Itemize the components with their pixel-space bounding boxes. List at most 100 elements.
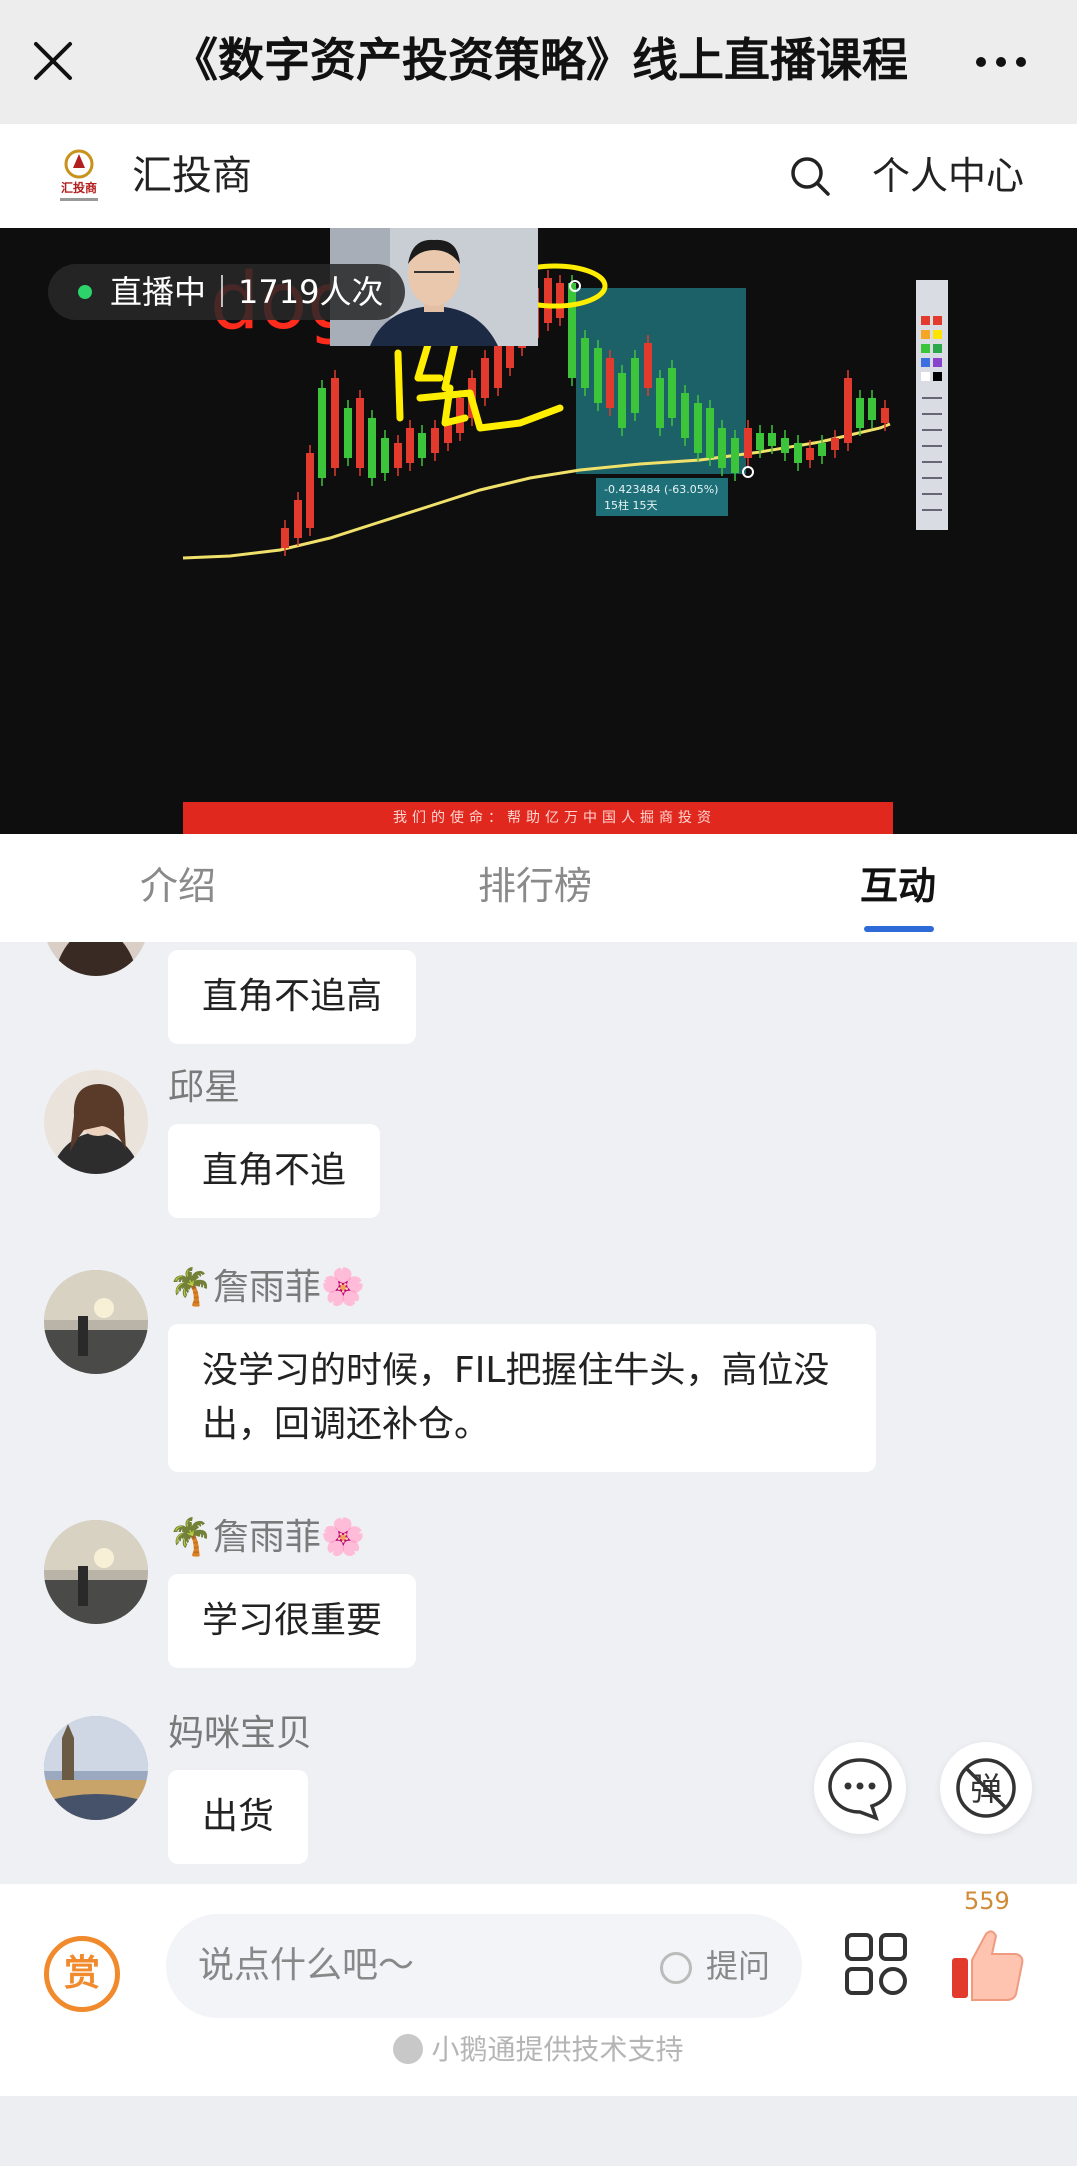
- candle-body: [718, 428, 726, 468]
- candle-body: [756, 433, 764, 450]
- title-bar: 《数字资产投资策略》线上直播课程: [0, 0, 1077, 124]
- grid-icon[interactable]: [844, 1932, 908, 1996]
- danmaku-off-icon: 弹: [956, 1758, 1016, 1818]
- candle-body: [331, 378, 339, 468]
- candle-body: [694, 403, 702, 453]
- measure-label: -0.423484 (-63.05%): [604, 483, 718, 496]
- candle-body: [856, 398, 864, 428]
- measure-sub: 15柱 15天: [604, 498, 658, 512]
- candle-body: [618, 373, 626, 428]
- candle-body: [306, 453, 314, 528]
- avatar[interactable]: [44, 942, 148, 976]
- tab-active-indicator: [864, 926, 934, 932]
- message-bubble: 直角不追: [168, 1124, 381, 1218]
- candle-body: [644, 343, 652, 388]
- message-bubble: 学习很重要: [168, 1574, 417, 1668]
- search-icon[interactable]: [788, 154, 832, 198]
- candle-body: [394, 443, 402, 468]
- candle-body: [406, 428, 414, 463]
- handwriting-annotation: [394, 334, 564, 432]
- thumbs-up-icon[interactable]: [950, 1924, 1026, 2004]
- comment-bubble-icon: [828, 1758, 892, 1821]
- live-status-badge: 直播中｜1719人次: [48, 264, 406, 320]
- close-icon[interactable]: [30, 38, 76, 84]
- tab-bar: 介绍 排行榜 互动: [0, 834, 1077, 942]
- live-video-player[interactable]: -0.423484 (-63.05%) 15柱 15天 doge: [0, 228, 1077, 834]
- candle-body: [431, 428, 439, 453]
- xiaoe-logo-icon: [393, 2034, 424, 2064]
- candle-body: [594, 348, 602, 403]
- candle-body: [794, 443, 802, 463]
- candle-body: [556, 283, 564, 318]
- live-course-page: 《数字资产投资策略》线上直播课程 汇投商 汇投商 个人中心 -0.423484 …: [0, 0, 1077, 2166]
- candle-body: [731, 438, 739, 473]
- candle-body: [418, 433, 426, 458]
- avatar[interactable]: [44, 1270, 148, 1374]
- mission-banner: 我们的使命：帮助亿万中国人掘商投资: [183, 802, 893, 834]
- candle-body: [844, 378, 852, 443]
- candle-body: [381, 438, 389, 473]
- comment-input[interactable]: 说点什么吧～ 提问: [166, 1914, 802, 2018]
- candle-body: [606, 358, 614, 408]
- powered-by: 小鹅通提供技术支持: [0, 2030, 1077, 2070]
- candle-body: [368, 418, 376, 478]
- brand-name[interactable]: 汇投商: [132, 148, 252, 204]
- candle-body: [818, 443, 826, 456]
- avatar[interactable]: [44, 1716, 148, 1820]
- avatar[interactable]: [44, 1070, 148, 1174]
- candle-body: [656, 378, 664, 428]
- chat-list[interactable]: 直角不追高 邱星 直角不追 🌴詹雨菲🌸 没学习的时候，FIL把握住牛头，高位没出…: [0, 942, 1077, 1884]
- bottom-bar: 赏 说点什么吧～ 提问 559 小鹅通提供技术支持: [0, 1884, 1077, 2096]
- page-title: 《数字资产投资策略》线上直播课程: [172, 33, 908, 87]
- ask-question-radio[interactable]: [660, 1952, 692, 1984]
- like-count: 559: [964, 1887, 1010, 1915]
- candle-body: [744, 428, 752, 458]
- drawing-toolbar: [916, 280, 948, 530]
- candle-body: [868, 398, 876, 420]
- brand-logo[interactable]: 汇投商: [56, 146, 102, 208]
- candle-body: [544, 278, 552, 323]
- candle-body: [281, 528, 289, 548]
- message-nickname[interactable]: 邱星: [168, 1064, 240, 1112]
- candle-body: [481, 358, 489, 398]
- candle-body: [831, 438, 839, 450]
- candle-body: [881, 408, 889, 423]
- comment-placeholder: 说点什么吧～: [198, 1945, 415, 1986]
- candle-body: [781, 438, 789, 453]
- live-dot-icon: [78, 285, 92, 299]
- candle-body: [294, 500, 302, 538]
- message-bubble: 出货: [168, 1770, 309, 1864]
- ask-question-label[interactable]: 提问: [706, 1940, 770, 1992]
- candle-body: [344, 408, 352, 458]
- danmaku-label: 弹: [970, 1770, 1002, 1808]
- message-bubble: 直角不追高: [168, 950, 417, 1044]
- bottom-strip: [0, 2096, 1077, 2166]
- candle-body: [568, 283, 576, 378]
- brand-header: 汇投商 汇投商 个人中心: [0, 124, 1077, 228]
- message-nickname[interactable]: 🌴詹雨菲🌸: [168, 1514, 366, 1562]
- candle-body: [356, 398, 364, 468]
- candle-body: [681, 393, 689, 438]
- more-dots-icon[interactable]: [975, 56, 1027, 68]
- tab-interaction[interactable]: 互动: [860, 858, 936, 914]
- candle-body: [768, 433, 776, 446]
- candle-body: [318, 388, 326, 478]
- candle-body: [631, 358, 639, 413]
- powered-by-text: 小鹅通提供技术支持: [431, 2033, 684, 2066]
- message-nickname[interactable]: 妈咪宝贝: [168, 1710, 312, 1758]
- avatar[interactable]: [44, 1520, 148, 1624]
- candle-body: [706, 408, 714, 458]
- candle-body: [668, 368, 676, 418]
- reward-button[interactable]: 赏: [44, 1936, 120, 2012]
- comment-fab[interactable]: [814, 1742, 906, 1834]
- candle-body: [581, 338, 589, 388]
- mission-banner-text: 我们的使命：帮助亿万中国人掘商投资: [393, 810, 716, 826]
- candle-body: [806, 448, 814, 460]
- user-center-link[interactable]: 个人中心: [872, 148, 1024, 204]
- message-nickname[interactable]: 🌴詹雨菲🌸: [168, 1264, 366, 1312]
- tab-intro[interactable]: 介绍: [140, 858, 216, 914]
- message-bubble: 没学习的时候，FIL把握住牛头，高位没出，回调还补仓。: [168, 1324, 876, 1472]
- tab-ranking[interactable]: 排行榜: [478, 858, 592, 914]
- danmaku-toggle[interactable]: 弹: [940, 1742, 1032, 1834]
- logo-text: 汇投商: [61, 180, 97, 195]
